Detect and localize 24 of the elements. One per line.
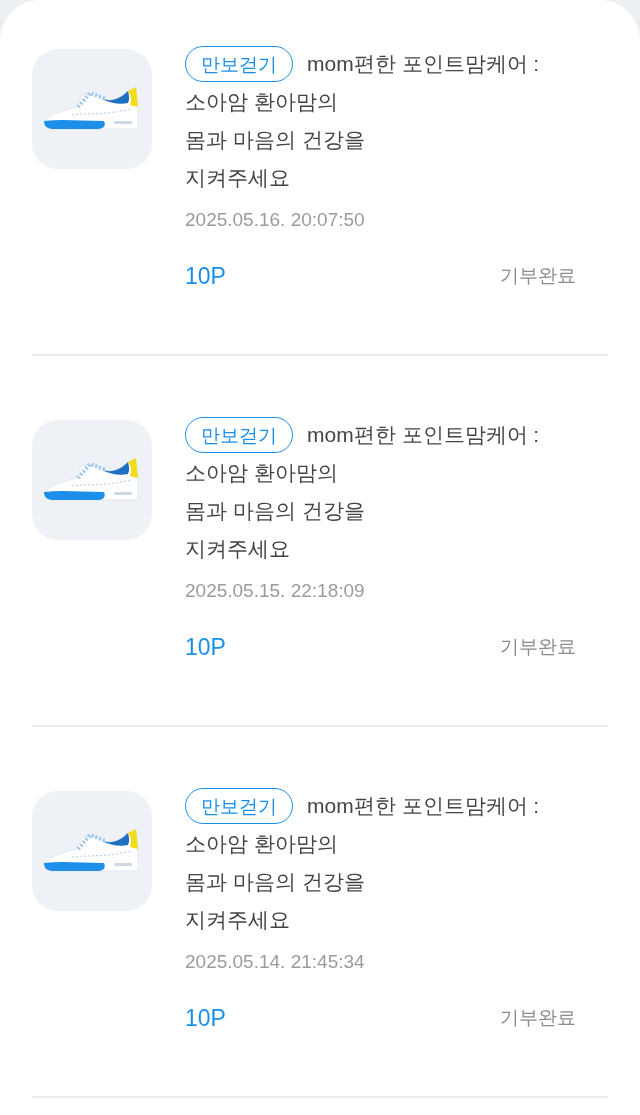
title-line: mom편한 포인트맘케어 : (307, 422, 540, 448)
title-line: mom편한 포인트맘케어 : (307, 793, 540, 819)
title-line: 지켜주세요 (185, 907, 290, 933)
title-line: 지켜주세요 (185, 536, 290, 562)
record-datetime: 2025.05.16. 20:07:50 (185, 208, 365, 232)
title-line: 몸과 마음의 건강을 (185, 127, 365, 153)
record-datetime: 2025.05.15. 22:18:09 (185, 579, 365, 603)
title-line: mom편한 포인트맘케어 : (307, 51, 540, 77)
donation-status: 기부완료 (500, 1006, 576, 1030)
shoe-icon (32, 420, 152, 540)
title-line: 몸과 마음의 건강을 (185, 869, 365, 895)
title-line: 지켜주세요 (185, 165, 290, 191)
title-line: 소아암 환아맘의 (185, 460, 338, 486)
record-datetime: 2025.05.14. 21:45:34 (185, 950, 365, 974)
points-amount: 10P (185, 1004, 226, 1033)
title-line: 몸과 마음의 건강을 (185, 498, 365, 524)
donation-status: 기부완료 (500, 264, 576, 288)
title-line: 소아암 환아맘의 (185, 89, 338, 115)
shoe-icon (32, 49, 152, 169)
title-line: 소아암 환아맘의 (185, 831, 338, 857)
points-amount: 10P (185, 633, 226, 662)
points-amount: 10P (185, 262, 226, 291)
shoe-icon (32, 791, 152, 911)
donation-status: 기부완료 (500, 635, 576, 659)
